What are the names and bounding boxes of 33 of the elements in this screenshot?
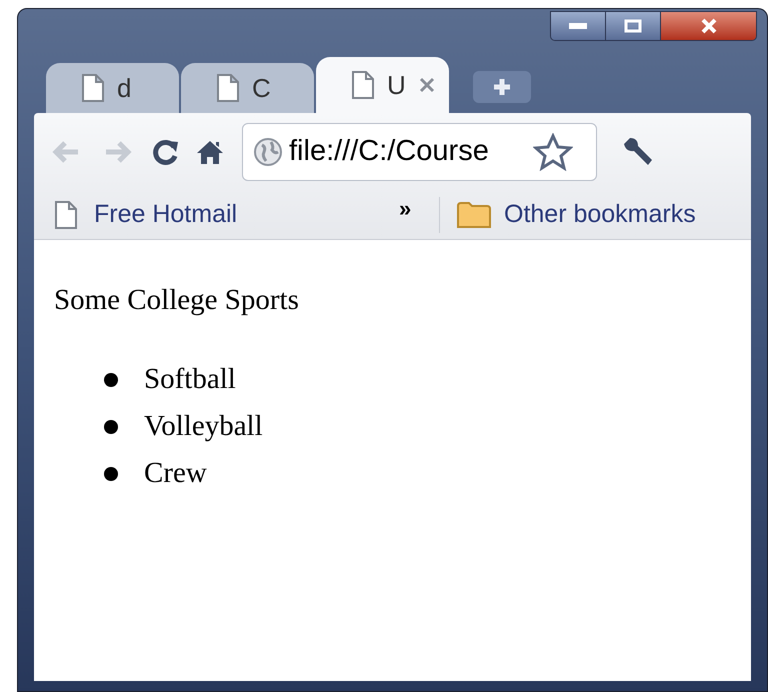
overflow-chevron[interactable]: »: [399, 192, 439, 225]
page-icon: [54, 200, 78, 230]
bullet-icon: [104, 372, 118, 386]
list-item: Softball: [144, 362, 236, 397]
maximize-icon: [624, 19, 642, 33]
list-item: Crew: [144, 456, 207, 491]
close-button[interactable]: [661, 12, 756, 40]
other-bookmarks-button[interactable]: Other bookmarks: [456, 196, 696, 234]
browser-tab[interactable]: d: [46, 63, 179, 113]
address-bar[interactable]: file:///C:/Course: [242, 122, 597, 180]
page-icon: [351, 70, 375, 100]
maximize-button[interactable]: [606, 12, 661, 40]
star-icon[interactable]: [533, 132, 573, 170]
close-tab-icon[interactable]: [418, 76, 436, 94]
new-tab-button[interactable]: [473, 71, 531, 103]
list-item: Volleyball: [144, 408, 263, 444]
bookmark-link[interactable]: Free Hotmail: [54, 196, 238, 234]
bullet-icon: [104, 420, 118, 434]
browser-tab[interactable]: C: [181, 63, 314, 113]
page-icon: [216, 73, 240, 103]
close-icon: [700, 18, 718, 34]
globe-icon: [253, 136, 283, 166]
page-text: Some College Sports: [54, 283, 300, 318]
reload-icon: [152, 138, 180, 166]
home-icon: [196, 138, 224, 164]
url-text: file:///C:/Course: [289, 134, 490, 169]
minimize-icon: [569, 23, 587, 29]
page-icon: [81, 73, 105, 103]
browser-tab[interactable]: U: [316, 57, 449, 113]
minimize-button[interactable]: [551, 12, 606, 40]
bullet-icon: [104, 466, 118, 480]
folder-icon: [456, 200, 492, 230]
plus-icon: [492, 77, 512, 97]
